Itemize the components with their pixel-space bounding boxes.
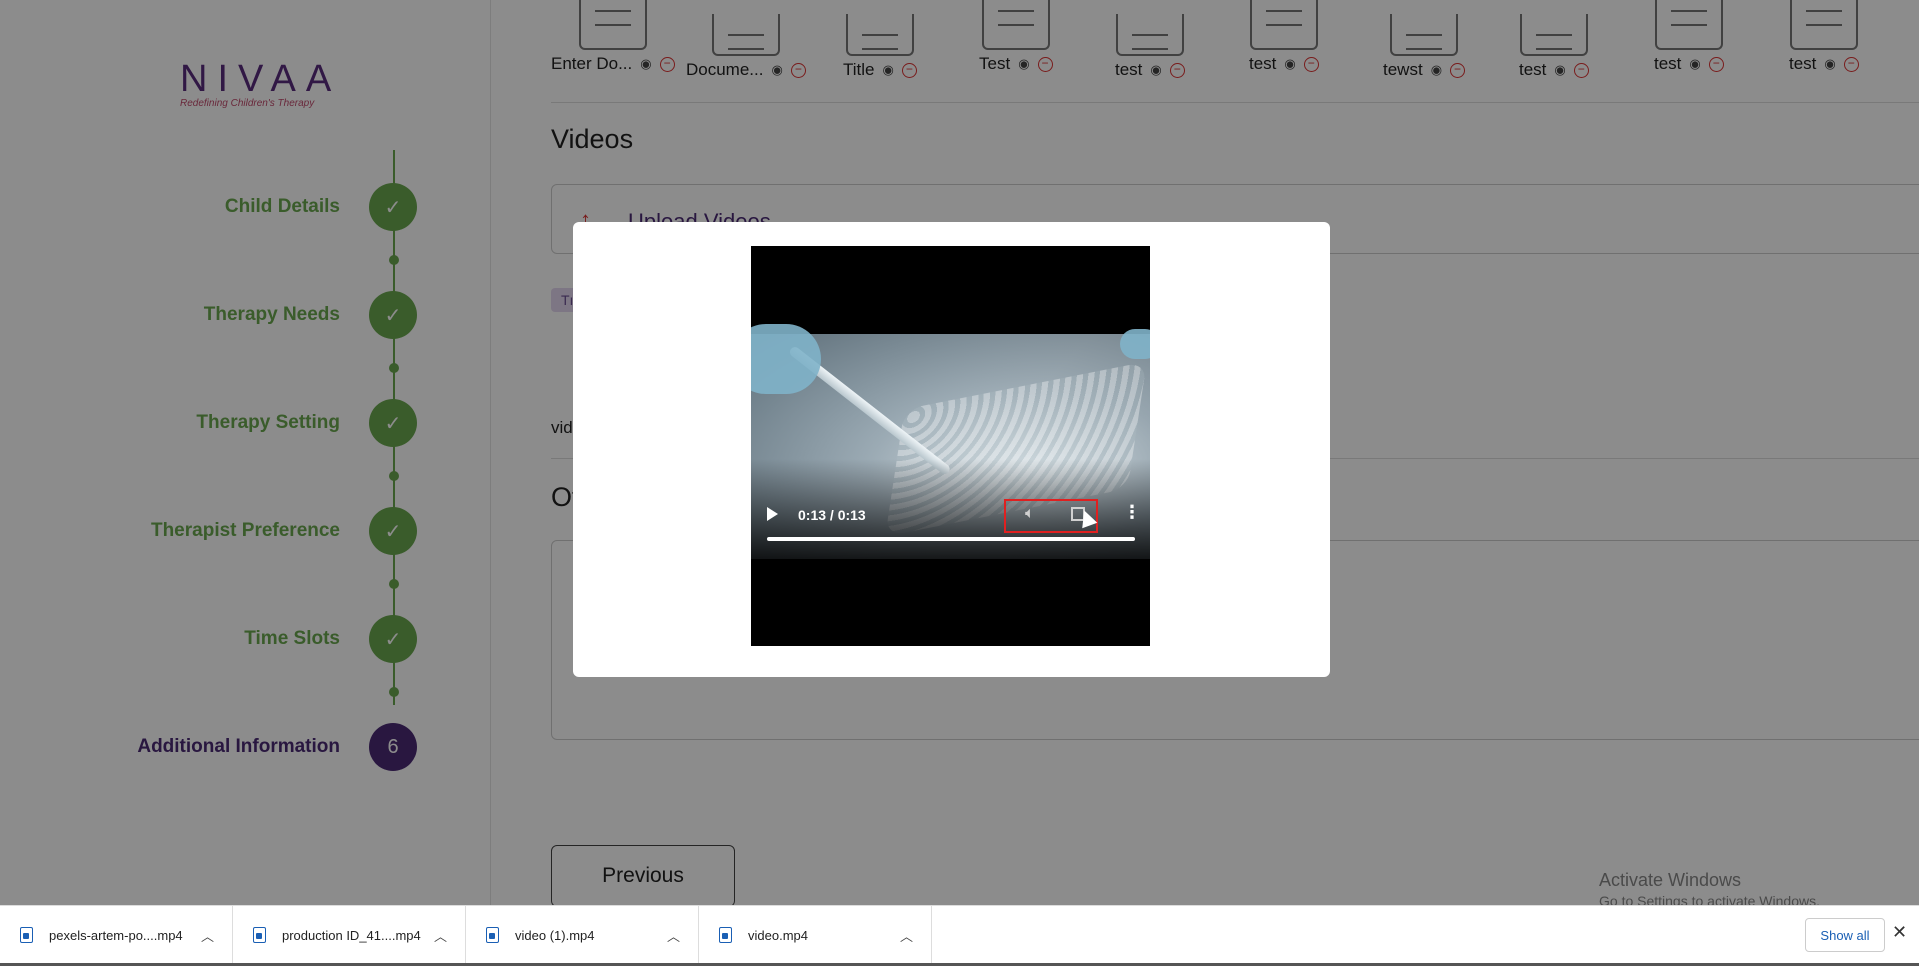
downloads-bar: pexels-artem-po....mp4 ︿ production ID_4… (0, 905, 1919, 967)
download-item[interactable]: video.mp4 ︿ (699, 906, 932, 964)
chevron-up-icon[interactable]: ︿ (201, 926, 214, 945)
video-file-icon (719, 927, 732, 943)
play-icon[interactable] (767, 507, 778, 521)
show-all-button[interactable]: Show all (1805, 918, 1885, 952)
video-modal: 0:13 / 0:13 🔈︎ ⋮ (573, 222, 1330, 677)
download-filename: video.mp4 (748, 927, 808, 943)
download-filename: pexels-artem-po....mp4 (49, 927, 183, 943)
video-player[interactable]: 0:13 / 0:13 🔈︎ ⋮ (751, 246, 1150, 646)
chevron-up-icon[interactable]: ︿ (900, 926, 913, 945)
download-filename: video (1).mp4 (515, 927, 595, 943)
video-content (1120, 329, 1150, 359)
more-options-icon[interactable]: ⋮ (1123, 503, 1141, 521)
video-file-icon (253, 927, 266, 943)
chevron-up-icon[interactable]: ︿ (667, 926, 680, 945)
video-content (751, 324, 821, 394)
video-file-icon (20, 927, 33, 943)
app-window: NIVAA Redefining Children's Therapy Chil… (0, 0, 1919, 905)
download-filename: production ID_41....mp4 (282, 927, 421, 943)
download-item[interactable]: production ID_41....mp4 ︿ (233, 906, 466, 964)
download-item[interactable]: video (1).mp4 ︿ (466, 906, 699, 964)
chevron-up-icon[interactable]: ︿ (434, 926, 447, 945)
video-time: 0:13 / 0:13 (798, 507, 866, 523)
modal-overlay[interactable]: 0:13 / 0:13 🔈︎ ⋮ (0, 0, 1919, 905)
video-file-icon (486, 927, 499, 943)
close-icon[interactable]: ✕ (1892, 922, 1907, 943)
progress-bar[interactable] (767, 537, 1135, 541)
download-item[interactable]: pexels-artem-po....mp4 ︿ (0, 906, 233, 964)
